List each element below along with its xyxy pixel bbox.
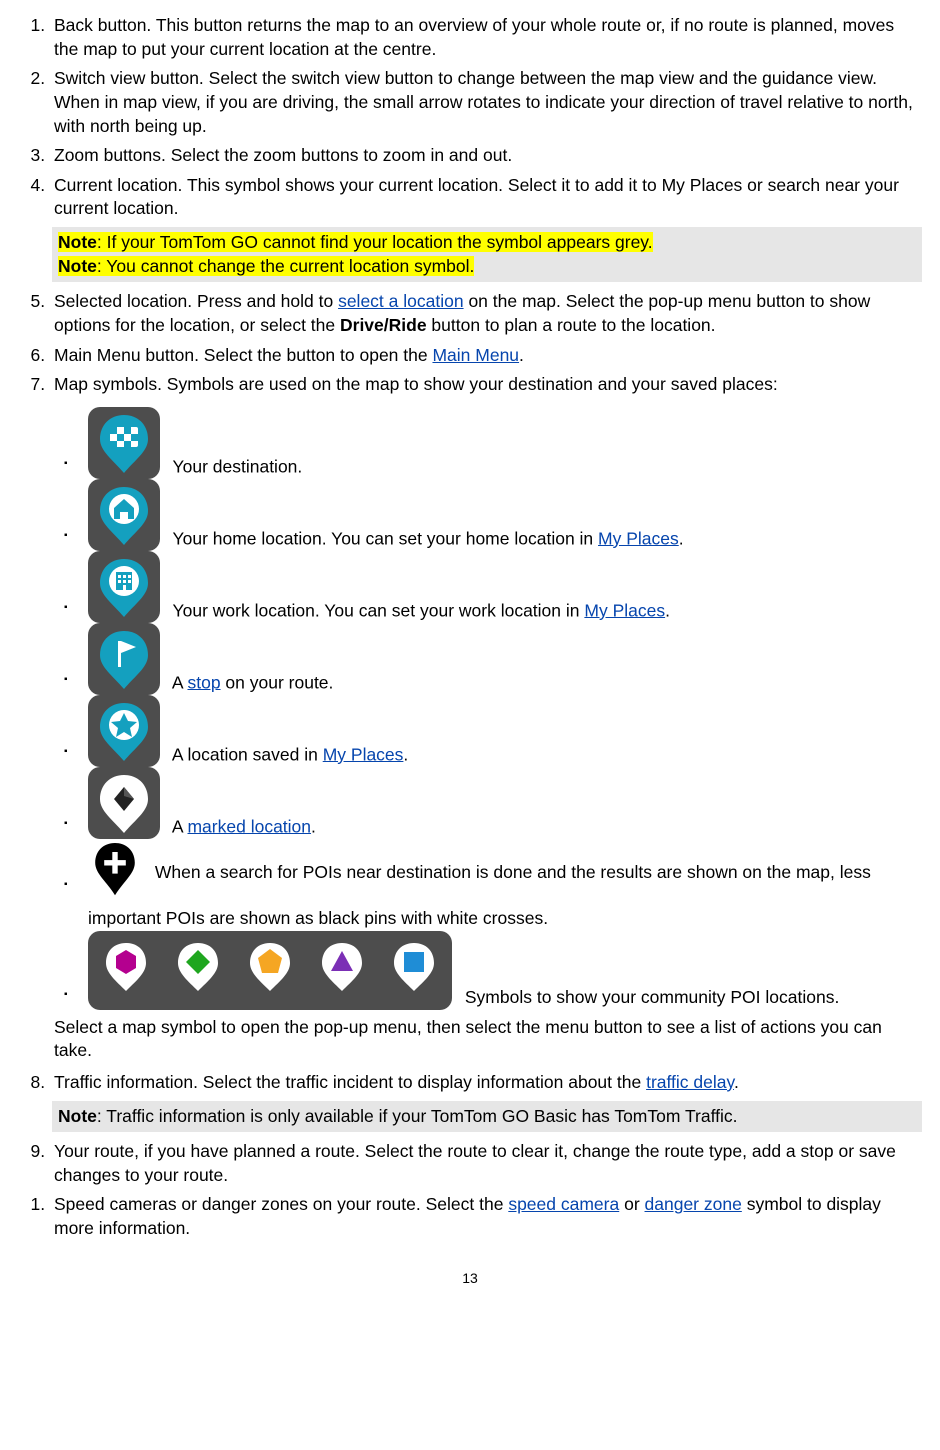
pentagon-pin-icon — [234, 935, 306, 999]
plus-pin-icon — [88, 839, 142, 901]
link-my-places-saved[interactable]: My Places — [323, 744, 404, 764]
triangle-pin-icon — [306, 935, 378, 999]
item-your-route: Your route, if you have planned a route.… — [50, 1140, 922, 1187]
marked-location-icon — [88, 767, 160, 839]
symbol-stop: A stop on your route. — [84, 623, 922, 695]
symbol-marked: A marked location. — [84, 767, 922, 839]
link-my-places-home[interactable]: My Places — [598, 528, 679, 548]
symbol-community-poi: Symbols to show your community POI locat… — [84, 931, 922, 1010]
hexagon-pin-icon — [90, 935, 162, 999]
work-icon — [88, 551, 160, 623]
link-select-location[interactable]: select a location — [338, 291, 464, 311]
item-traffic-info: Traffic information. Select the traffic … — [50, 1071, 922, 1132]
page-number: 13 — [18, 1269, 922, 1288]
symbol-poi-cross: When a search for POIs near destination … — [84, 839, 922, 931]
community-poi-icons — [88, 931, 452, 1010]
link-danger-zone[interactable]: danger zone — [645, 1194, 742, 1214]
numbered-list: Back button. This button returns the map… — [18, 14, 922, 1241]
square-pin-icon — [378, 935, 450, 999]
link-stop[interactable]: stop — [187, 672, 220, 692]
item-speed-cameras: Speed cameras or danger zones on your ro… — [50, 1193, 922, 1240]
destination-flag-icon — [88, 407, 160, 479]
item-map-symbols: Map symbols. Symbols are used on the map… — [50, 373, 922, 1063]
item-zoom-buttons: Zoom buttons. Select the zoom buttons to… — [50, 144, 922, 168]
note-line-2: Note: You cannot change the current loca… — [58, 256, 474, 276]
item-back-button: Back button. This button returns the map… — [50, 14, 922, 61]
symbol-sublist: Your destination. Your home location. Yo… — [54, 407, 922, 1010]
symbol-home: Your home location. You can set your hom… — [84, 479, 922, 551]
traffic-note-box: Note: Traffic information is only availa… — [52, 1101, 922, 1133]
home-icon — [88, 479, 160, 551]
symbol-destination: Your destination. — [84, 407, 922, 479]
item-text: Zoom buttons. Select the zoom buttons to… — [54, 145, 512, 165]
symbol-saved: A location saved in My Places. — [84, 695, 922, 767]
note-box: Note: If your TomTom GO cannot find your… — [52, 227, 922, 282]
link-main-menu[interactable]: Main Menu — [432, 345, 519, 365]
item-text: Switch view button. Select the switch vi… — [54, 68, 913, 135]
item-text: Back button. This button returns the map… — [54, 15, 894, 59]
item-switch-view: Switch view button. Select the switch vi… — [50, 67, 922, 138]
link-traffic-delay[interactable]: traffic delay — [646, 1072, 734, 1092]
link-speed-camera[interactable]: speed camera — [508, 1194, 619, 1214]
symbol-after-text: Select a map symbol to open the pop-up m… — [54, 1016, 922, 1063]
item-main-menu: Main Menu button. Select the button to o… — [50, 344, 922, 368]
stop-flag-icon — [88, 623, 160, 695]
note-line-1: Note: If your TomTom GO cannot find your… — [58, 232, 653, 252]
diamond-pin-icon — [162, 935, 234, 999]
link-my-places-work[interactable]: My Places — [584, 600, 665, 620]
item-current-location: Current location. This symbol shows your… — [50, 174, 922, 283]
symbol-work: Your work location. You can set your wor… — [84, 551, 922, 623]
link-marked-location[interactable]: marked location — [187, 816, 311, 836]
star-icon — [88, 695, 160, 767]
item-selected-location: Selected location. Press and hold to sel… — [50, 290, 922, 337]
item-text: Current location. This symbol shows your… — [54, 175, 899, 219]
